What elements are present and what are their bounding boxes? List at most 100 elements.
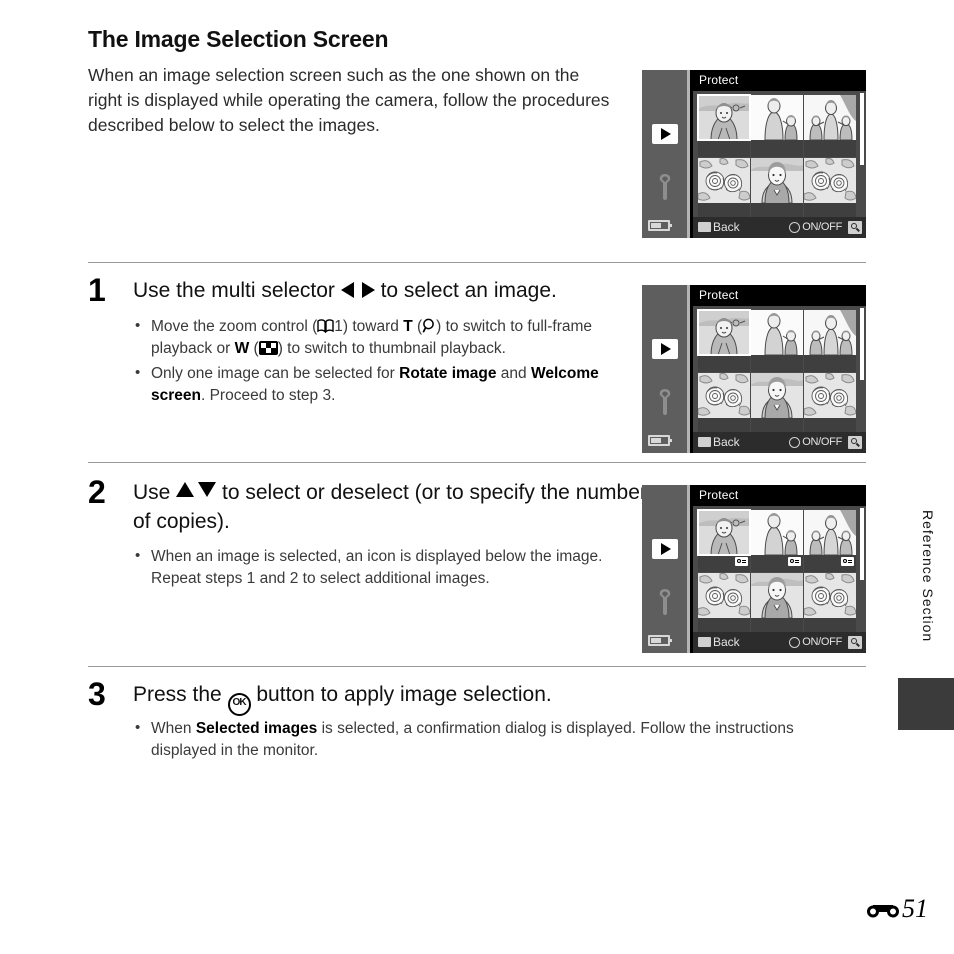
camera-screen-title: Protect (699, 488, 739, 502)
thumbnail-image-portrait-person[interactable] (697, 509, 751, 556)
thumbnail-cell[interactable] (698, 158, 750, 220)
playback-tab-icon[interactable] (652, 339, 678, 359)
reference-section-glyph-icon (866, 899, 900, 919)
protect-on-badge (788, 557, 801, 566)
step-title-part: Use (133, 481, 177, 504)
scrollbar[interactable] (860, 308, 864, 380)
magnifier-icon[interactable] (848, 636, 862, 649)
thumbnail-image-family-group[interactable] (804, 95, 856, 140)
thumbnail-grid-icon (258, 341, 278, 355)
camera-screen-body (693, 306, 866, 435)
thumbnail-image-woman-with-child[interactable] (751, 310, 803, 355)
thumbnail-image-flowers[interactable] (698, 373, 750, 418)
section-divider (88, 462, 866, 463)
thumbnail-image-portrait-person[interactable] (697, 309, 751, 356)
step-number: 1 (88, 272, 106, 308)
onoff-label: ON/OFF (802, 436, 842, 448)
thumbnail-cell[interactable] (751, 510, 803, 572)
protect-on-badge (841, 557, 854, 566)
menu-name-selected-images: Selected images (195, 720, 318, 737)
camera-title-bar: Protect (693, 285, 866, 306)
thumbnail-grid (697, 94, 856, 220)
thumbnail-image-flowers[interactable] (698, 158, 750, 203)
bullet-text: 1) toward (334, 318, 404, 335)
thumbnail-cell[interactable] (804, 373, 856, 435)
thumbnail-image-portrait-woman[interactable] (751, 373, 803, 418)
bullet-text: Move the zoom control ( (151, 318, 318, 335)
camera-bottom-bar: Back ON/OFF (693, 632, 866, 653)
thumbnail-cell[interactable] (697, 509, 751, 572)
thumbnail-cell[interactable] (751, 373, 803, 435)
multi-selector-up-down-icon (176, 480, 217, 502)
list-item: When Selected images is selected, a conf… (133, 717, 853, 762)
thumbnail-cell[interactable] (697, 309, 751, 372)
scrollbar[interactable] (860, 93, 864, 165)
thumbnail-cell[interactable] (804, 95, 856, 157)
section-side-label: Reference Section (920, 510, 936, 643)
thumbnail-image-flowers[interactable] (804, 158, 856, 203)
menu-button-icon[interactable] (698, 437, 711, 447)
camera-sidebar (642, 70, 690, 238)
thumbnail-image-family-group[interactable] (804, 510, 856, 555)
setup-wrench-icon[interactable] (655, 589, 675, 615)
camera-screen-body (693, 506, 866, 635)
intro-paragraph: When an image selection screen such as t… (88, 65, 610, 135)
thumbnail-cell[interactable] (751, 573, 803, 635)
thumbnail-image-portrait-woman[interactable] (751, 573, 803, 618)
protect-on-badge (735, 557, 748, 566)
scrollbar[interactable] (860, 508, 864, 580)
camera-screen-title: Protect (699, 288, 739, 302)
menu-name-rotate-image: Rotate image (399, 365, 497, 382)
thumbnail-cell[interactable] (751, 95, 803, 157)
page-footer: 51 (866, 894, 928, 924)
thumbnail-cell[interactable] (804, 573, 856, 635)
step-title: Use to select or deselect (or to specify… (133, 478, 653, 536)
magnifier-icon[interactable] (848, 221, 862, 234)
thumbnail-cell[interactable] (804, 510, 856, 572)
setup-wrench-icon[interactable] (655, 389, 675, 415)
list-item: When an image is selected, an icon is di… (133, 545, 628, 590)
book-icon (317, 319, 334, 333)
step-title: Press the OK button to apply image selec… (133, 680, 833, 716)
section-tab-marker (898, 678, 954, 730)
setup-wrench-icon[interactable] (655, 174, 675, 200)
camera-bottom-bar: Back ON/OFF (693, 217, 866, 238)
multi-selector-icon (789, 222, 800, 233)
menu-button-icon[interactable] (698, 637, 711, 647)
battery-icon (648, 635, 672, 646)
playback-tab-icon[interactable] (652, 124, 678, 144)
thumbnail-cell[interactable] (804, 310, 856, 372)
camera-title-bar: Protect (693, 70, 866, 91)
thumbnail-image-family-group[interactable] (804, 310, 856, 355)
zoom-wide-label: W (234, 340, 250, 357)
camera-screen-title: Protect (699, 73, 739, 87)
list-item: Move the zoom control (1) toward T () to… (133, 315, 628, 360)
thumbnail-cell[interactable] (751, 310, 803, 372)
thumbnail-grid (697, 309, 856, 435)
battery-icon (648, 435, 672, 446)
thumbnail-image-woman-with-child[interactable] (751, 95, 803, 140)
step-title-part: button to apply image selection. (250, 683, 552, 706)
thumbnail-image-flowers[interactable] (804, 573, 856, 618)
thumbnail-image-portrait-woman[interactable] (751, 158, 803, 203)
page-title: The Image Selection Screen (88, 26, 389, 52)
magnifier-icon[interactable] (848, 436, 862, 449)
camera-screen-body (693, 91, 866, 220)
multi-selector-left-right-icon (340, 280, 375, 300)
thumbnail-image-portrait-person[interactable] (697, 94, 751, 141)
camera-sidebar (642, 485, 690, 653)
thumbnail-cell[interactable] (698, 373, 750, 435)
thumbnail-cell[interactable] (698, 573, 750, 635)
thumbnail-cell[interactable] (804, 158, 856, 220)
thumbnail-cell[interactable] (751, 158, 803, 220)
bullet-text: and (496, 365, 531, 382)
menu-button-icon[interactable] (698, 222, 711, 232)
step-title: Use the multi selector to select an imag… (133, 276, 653, 305)
thumbnail-cell[interactable] (697, 94, 751, 157)
back-label: Back (713, 435, 740, 449)
thumbnail-image-woman-with-child[interactable] (751, 510, 803, 555)
thumbnail-image-flowers[interactable] (698, 573, 750, 618)
bullet-text: Only one image can be selected for (151, 365, 400, 382)
playback-tab-icon[interactable] (652, 539, 678, 559)
thumbnail-image-flowers[interactable] (804, 373, 856, 418)
